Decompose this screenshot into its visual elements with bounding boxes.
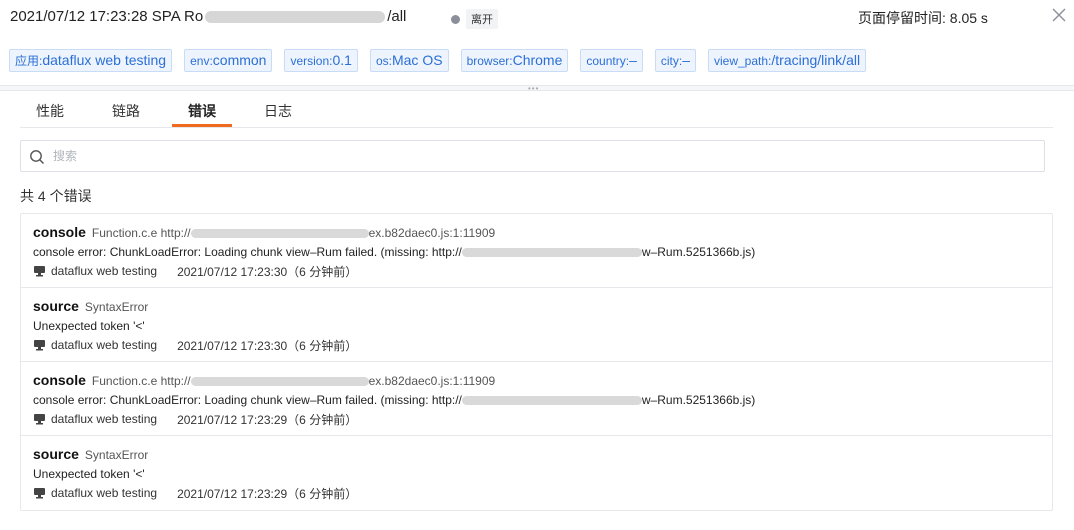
- search-input[interactable]: [53, 146, 1033, 166]
- app-name: dataflux web testing: [51, 486, 158, 500]
- tag-list: 应用:dataflux web testing env:common versi…: [9, 49, 867, 72]
- close-icon[interactable]: [1050, 6, 1068, 24]
- app-name: dataflux web testing: [51, 412, 158, 426]
- error-item[interactable]: source SyntaxError Unexpected token '<' d…: [21, 288, 1052, 362]
- error-source: SyntaxError: [84, 448, 149, 462]
- tab-bar: 性能 链路 错误 日志: [20, 91, 1053, 128]
- error-list: console Function.c.e http://ex.b82daec0.j…: [20, 213, 1053, 511]
- tag-country[interactable]: country:–: [580, 49, 643, 72]
- error-item[interactable]: console Function.c.e http://ex.b82daec0.j…: [21, 214, 1052, 288]
- error-type: console: [33, 372, 86, 388]
- error-time: 2021/07/12 17:23:29（6 分钟前）: [177, 412, 358, 427]
- error-item[interactable]: console Function.c.e http://ex.b82daec0.j…: [21, 362, 1052, 436]
- tag-version[interactable]: version:0.1: [284, 49, 358, 72]
- tag-view-path[interactable]: view_path:/tracing/link/all: [708, 49, 867, 72]
- search-icon: [30, 150, 45, 165]
- monitor-icon: [34, 414, 45, 425]
- tab-errors[interactable]: 错误: [172, 101, 232, 121]
- status-dot-icon: [451, 14, 460, 24]
- error-count: 共 4 个错误: [20, 188, 92, 204]
- tag-env[interactable]: env:common: [184, 49, 273, 72]
- status-badge: 离开: [466, 9, 498, 29]
- app-name: dataflux web testing: [51, 264, 158, 278]
- error-type: source: [33, 298, 79, 314]
- tab-performance[interactable]: 性能: [20, 101, 80, 121]
- title-prefix: 2021/07/12 17:23:28 SPA Ro: [10, 8, 204, 25]
- error-type: console: [33, 224, 86, 240]
- redacted-text: [205, 11, 386, 24]
- error-message: console error: ChunkLoadError: Loading c…: [33, 393, 756, 407]
- status: 离开: [451, 9, 498, 29]
- error-time: 2021/07/12 17:23:30（6 分钟前）: [177, 338, 358, 353]
- stay-time: 页面停留时间: 8.05 s: [858, 10, 988, 26]
- error-message: Unexpected token '<': [33, 467, 145, 481]
- error-source: SyntaxError: [84, 300, 149, 314]
- search-box: [20, 140, 1045, 172]
- active-tab-indicator: [172, 124, 232, 127]
- tab-logs[interactable]: 日志: [248, 101, 308, 121]
- error-message: console error: ChunkLoadError: Loading c…: [33, 245, 756, 259]
- page-title: 2021/07/12 17:23:28 SPA Ro/all: [10, 8, 406, 25]
- app-name: dataflux web testing: [51, 338, 158, 352]
- monitor-icon: [34, 488, 45, 499]
- error-item[interactable]: source SyntaxError Unexpected token '<' d…: [21, 436, 1052, 510]
- error-source: Function.c.e http://ex.b82daec0.js:1:119…: [91, 374, 496, 388]
- error-time: 2021/07/12 17:23:30（6 分钟前）: [177, 264, 358, 279]
- monitor-icon: [34, 266, 45, 277]
- tag-app[interactable]: 应用:dataflux web testing: [9, 49, 173, 72]
- error-message: Unexpected token '<': [33, 319, 145, 333]
- tag-browser[interactable]: browser:Chrome: [460, 49, 569, 72]
- tab-trace[interactable]: 链路: [96, 101, 156, 121]
- title-suffix: /all: [387, 8, 407, 25]
- monitor-icon: [34, 340, 45, 351]
- tag-city[interactable]: city:–: [654, 49, 696, 72]
- error-type: source: [33, 446, 79, 462]
- error-time: 2021/07/12 17:23:29（6 分钟前）: [177, 486, 358, 501]
- detail-header: 2021/07/12 17:23:28 SPA Ro/all 离开 页面停留时间…: [0, 0, 1074, 36]
- error-source: Function.c.e http://ex.b82daec0.js:1:119…: [91, 226, 496, 240]
- tag-os[interactable]: os:Mac OS: [369, 49, 449, 72]
